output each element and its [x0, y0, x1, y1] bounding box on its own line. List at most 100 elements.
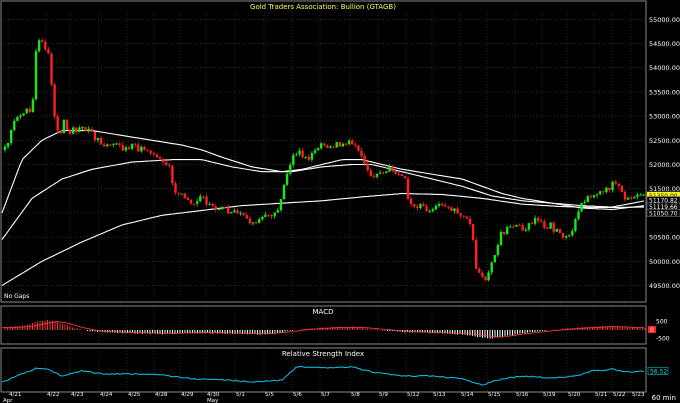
candle-body: [295, 154, 298, 156]
candle-body: [335, 142, 338, 148]
x-tick-label: 5/7: [321, 392, 330, 398]
candle-body: [127, 147, 131, 149]
candle-body: [453, 208, 456, 212]
candle-body: [292, 155, 295, 165]
candle-body: [165, 162, 168, 165]
candle-body: [118, 143, 121, 145]
candle-body: [614, 181, 617, 184]
candle-body: [217, 209, 221, 211]
candle-body: [571, 230, 574, 236]
candlesticks: [3, 38, 645, 282]
candle-body: [248, 218, 252, 224]
x-tick-label: 5/16: [516, 392, 529, 398]
candle-body: [518, 224, 521, 226]
candle-body: [515, 224, 518, 227]
candle-body: [397, 173, 400, 175]
candle-body: [372, 175, 376, 177]
candle-body: [289, 164, 292, 174]
candle-body: [577, 211, 580, 219]
candle-body: [56, 116, 59, 131]
candle-body: [171, 165, 174, 184]
candle-body: [341, 143, 345, 147]
x-tick-label: 5/1: [236, 392, 245, 398]
moving-averages: [1, 130, 645, 286]
candle-body: [360, 150, 363, 156]
candle-body: [378, 172, 382, 174]
candle-body: [521, 225, 524, 231]
candle-body: [152, 153, 155, 155]
candle-body: [437, 203, 441, 206]
candle-body: [475, 239, 478, 269]
candle-body: [481, 272, 484, 277]
candle-body: [540, 220, 543, 222]
candle-body: [223, 207, 227, 209]
candle-body: [487, 272, 490, 281]
candle-body: [279, 199, 283, 211]
candle-body: [512, 226, 515, 228]
candle-body: [196, 201, 199, 204]
candle-body: [6, 143, 10, 147]
candle-body: [347, 140, 351, 145]
y-axis-labels: 49500.0050000.0050500.0051000.0051500.00…: [646, 16, 680, 375]
candle-body: [406, 178, 410, 199]
candle-body: [608, 187, 611, 191]
candle-body: [47, 49, 50, 54]
candle-body: [502, 231, 506, 235]
candle-body: [630, 197, 633, 199]
candle-body: [586, 196, 589, 203]
candle-body: [254, 222, 258, 224]
candle-body: [124, 147, 128, 151]
candle-body: [326, 145, 329, 148]
candle-body: [189, 199, 193, 204]
candle-body: [251, 222, 255, 224]
candle-body: [202, 196, 205, 198]
candle-body: [316, 148, 320, 151]
x-tick-label: 4/22: [47, 392, 59, 398]
interval-label: 60 min: [652, 394, 676, 402]
candle-body: [564, 236, 568, 238]
candle-body: [236, 210, 239, 214]
macd-tick-label: -500: [656, 336, 670, 343]
x-tick-label: 5/6: [293, 392, 302, 398]
candle-body: [450, 207, 453, 212]
candle-body: [419, 204, 422, 209]
candle-body: [50, 53, 53, 85]
x-tick-label: 5/9: [379, 392, 388, 398]
candle-body: [90, 128, 93, 132]
no-gaps-note: No Gaps: [4, 293, 29, 300]
candle-body: [527, 223, 531, 230]
candle-body: [75, 127, 78, 132]
candle-body: [471, 224, 475, 240]
candle-body: [205, 196, 208, 205]
x-tick-label: 5/8: [351, 392, 360, 398]
candle-body: [273, 212, 276, 217]
price-tick-label: 52500.00: [649, 137, 680, 145]
candle-body: [468, 218, 472, 225]
macd-last-value-label: 0: [650, 327, 654, 334]
candle-body: [233, 210, 236, 212]
candle-body: [639, 194, 642, 196]
candle-body: [444, 205, 447, 207]
candle-body: [34, 51, 38, 100]
candle-body: [53, 84, 56, 117]
candle-body: [211, 203, 214, 207]
candle-body: [493, 255, 496, 263]
candle-body: [3, 146, 7, 150]
macd-title: MACD: [313, 308, 334, 316]
candle-body: [161, 158, 165, 163]
x-tick-label: 4/24: [100, 392, 113, 398]
candle-body: [363, 155, 366, 164]
candle-body: [121, 144, 124, 151]
candle-body: [561, 232, 565, 238]
x-tick-label: 5/23: [632, 392, 645, 398]
candle-body: [65, 119, 69, 130]
candle-body: [258, 219, 261, 223]
macd-tick-label: 500: [656, 319, 668, 326]
candle-body: [10, 129, 13, 144]
candle-body: [490, 262, 493, 273]
candle-body: [155, 154, 159, 158]
candle-body: [496, 244, 500, 256]
candle-body: [96, 137, 100, 141]
price-tick-label: 52000.00: [649, 161, 680, 169]
rsi-title: Relative Strength Index: [282, 350, 364, 358]
